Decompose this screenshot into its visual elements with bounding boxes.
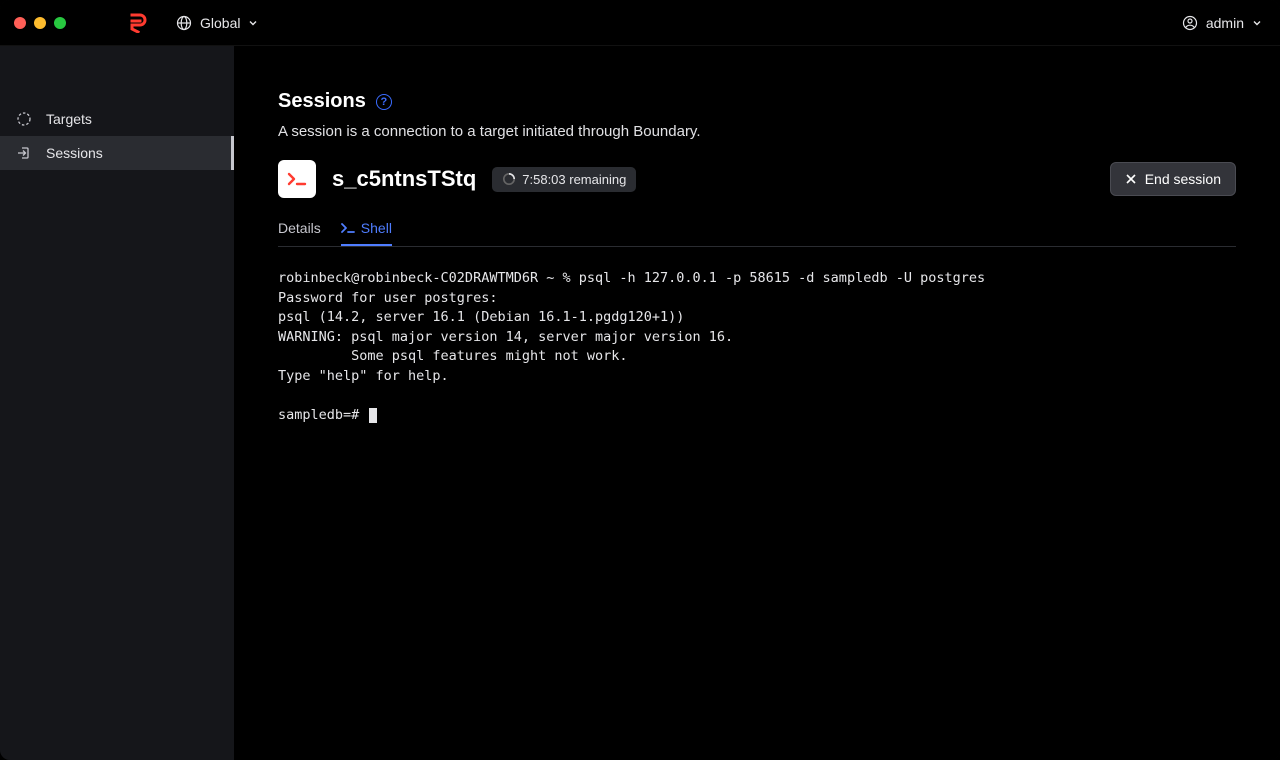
tab-details[interactable]: Details xyxy=(278,212,321,246)
titlebar: Global admin xyxy=(0,0,1280,46)
zoom-window-button[interactable] xyxy=(54,17,66,29)
time-remaining-text: 7:58:03 remaining xyxy=(522,172,626,187)
user-menu[interactable]: admin xyxy=(1182,15,1262,31)
tab-label: Details xyxy=(278,220,321,236)
sidebar-item-sessions[interactable]: Sessions xyxy=(0,136,234,170)
terminal-prompt-icon xyxy=(341,222,355,234)
user-label: admin xyxy=(1206,15,1244,31)
sidebar-item-label: Targets xyxy=(46,111,92,127)
help-icon[interactable]: ? xyxy=(376,94,392,110)
sidebar: Targets Sessions xyxy=(0,46,234,760)
time-remaining-badge: 7:58:03 remaining xyxy=(492,167,636,192)
scope-label: Global xyxy=(200,15,240,31)
page-title: Sessions xyxy=(278,90,366,113)
globe-icon xyxy=(176,15,192,31)
minimize-window-button[interactable] xyxy=(34,17,46,29)
main-content: Sessions ? A session is a connection to … xyxy=(234,46,1280,760)
sidebar-item-targets[interactable]: Targets xyxy=(0,102,234,136)
end-session-button[interactable]: End session xyxy=(1110,162,1236,196)
terminal-icon xyxy=(278,160,316,198)
window-controls xyxy=(14,17,66,29)
chevron-down-icon xyxy=(248,18,258,28)
tab-shell[interactable]: Shell xyxy=(341,212,392,246)
close-window-button[interactable] xyxy=(14,17,26,29)
enter-icon xyxy=(16,145,32,161)
tab-label: Shell xyxy=(361,220,392,236)
terminal-output[interactable]: robinbeck@robinbeck-C02DRAWTMD6R ~ % psq… xyxy=(278,269,1236,426)
spinner-icon xyxy=(502,172,516,186)
app-logo-icon xyxy=(130,13,148,33)
close-icon xyxy=(1125,173,1137,185)
chevron-down-icon xyxy=(1252,18,1262,28)
session-tabs: Details Shell xyxy=(278,212,1236,247)
sidebar-item-label: Sessions xyxy=(46,145,103,161)
scope-switcher[interactable]: Global xyxy=(176,15,258,31)
page-description: A session is a connection to a target in… xyxy=(278,123,1236,140)
terminal-cursor xyxy=(369,408,377,423)
user-circle-icon xyxy=(1182,15,1198,31)
end-session-label: End session xyxy=(1145,171,1221,187)
target-icon xyxy=(16,111,32,127)
session-id: s_c5ntnsTStq xyxy=(332,166,476,192)
